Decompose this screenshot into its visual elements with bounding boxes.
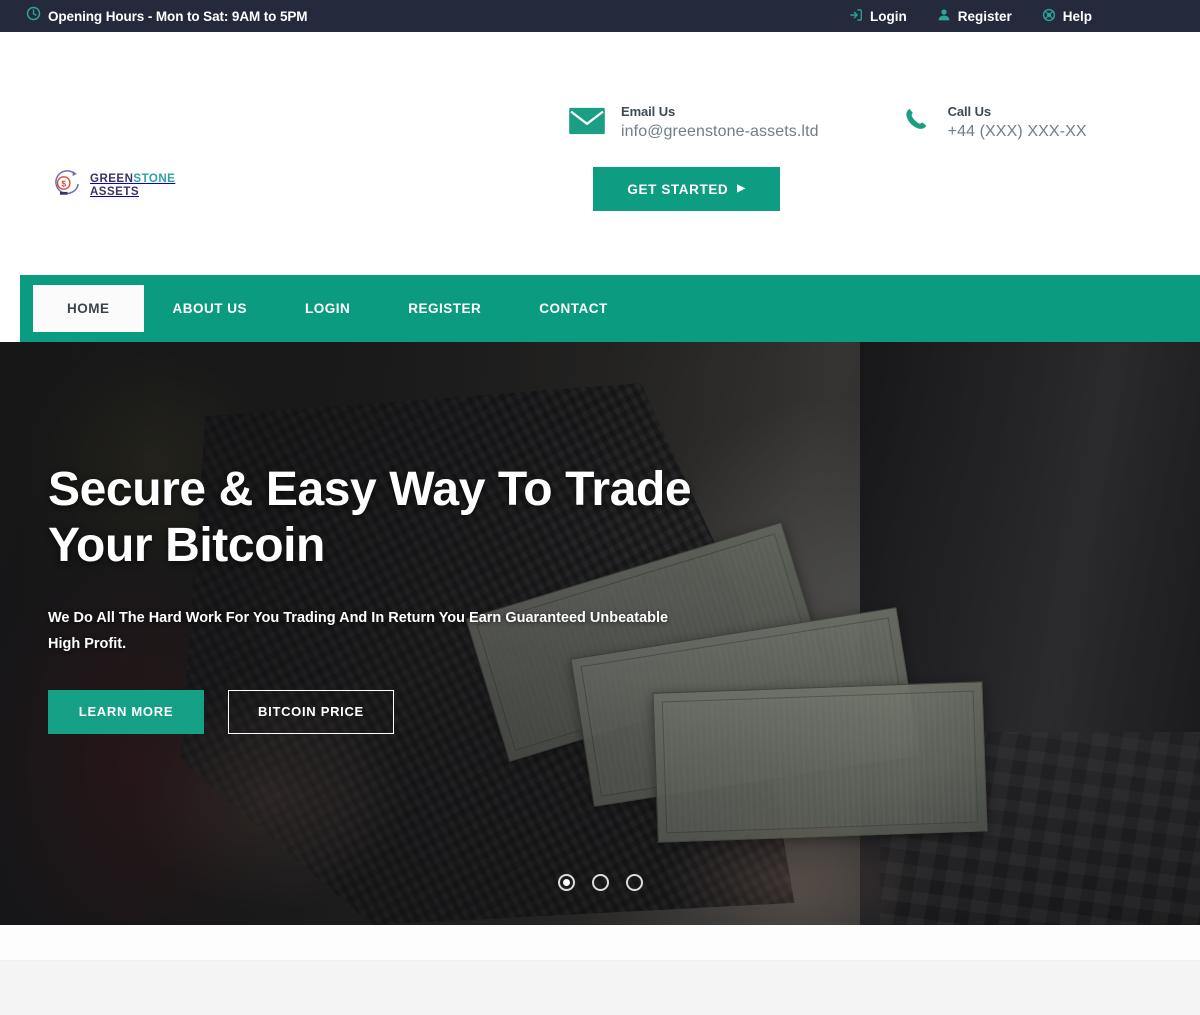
nav-item-contact[interactable]: CONTACT [510, 285, 637, 332]
carousel-dot-2[interactable] [591, 874, 609, 891]
clock-icon [26, 6, 41, 26]
top-link-login-label: Login [869, 8, 907, 24]
nav-item-register[interactable]: REGISTER [379, 285, 510, 332]
bitcoin-price-button[interactable]: BITCOIN PRICE [228, 689, 394, 734]
main-navigation: HOME ABOUT US LOGIN REGISTER CONTACT [20, 275, 1200, 342]
user-icon [937, 8, 951, 25]
contact-email-label: Email Us [621, 104, 676, 119]
contact-email: Email Us info@greenstone-assets.ltd [568, 104, 819, 141]
hero-carousel: Secure & Easy Way To Trade Your Bitcoin … [0, 342, 1200, 925]
nav-item-login[interactable]: LOGIN [276, 285, 379, 332]
contact-phone: Call Us +44 (XXX) XXX-XX [903, 104, 1087, 141]
lifebuoy-icon [1042, 8, 1056, 25]
top-link-login[interactable]: Login [849, 8, 907, 25]
logo-green-text: GREEN [90, 172, 134, 185]
top-link-register[interactable]: Register [937, 8, 1012, 25]
logo-wordmark: GREENSTONE ASSETS [90, 173, 175, 199]
logo-assets-text: ASSETS [90, 185, 140, 198]
contact-phone-value: +44 (XXX) XXX-XX [947, 123, 1087, 140]
nav-item-home[interactable]: HOME [33, 285, 144, 332]
logo-stone-text: STONE [133, 172, 176, 185]
top-links: Login Register Help [849, 8, 1092, 25]
contact-phone-label: Call Us [947, 104, 991, 119]
hero-subtitle: We Do All The Hard Work For You Trading … [48, 610, 669, 653]
learn-more-button[interactable]: LEARN MORE [48, 689, 204, 734]
hero-content: Secure & Easy Way To Trade Your Bitcoin … [48, 462, 748, 734]
top-link-register-label: Register [957, 8, 1012, 24]
contact-email-value: info@greenstone-assets.ltd [621, 123, 819, 140]
site-header: $ GREENSTONE ASSETS Email Us info@greens… [0, 32, 1200, 274]
dollar-circle-icon: $ [50, 168, 84, 203]
chevron-right-icon: ▶ [737, 183, 746, 194]
envelope-icon [568, 106, 606, 141]
header-contacts: Email Us info@greenstone-assets.ltd Call… [568, 104, 1087, 141]
get-started-button[interactable]: GET STARTED ▶ [593, 167, 780, 211]
login-arrow-icon [849, 8, 863, 25]
below-hero-strip [0, 960, 1200, 1015]
phone-icon [903, 106, 933, 141]
svg-text:$: $ [61, 178, 66, 188]
opening-hours: Opening Hours - Mon to Sat: 9AM to 5PM [26, 6, 308, 26]
below-hero-section [0, 925, 1200, 1015]
site-logo[interactable]: $ GREENSTONE ASSETS [50, 168, 175, 203]
get-started-label: GET STARTED [627, 181, 729, 197]
top-utility-bar: Opening Hours - Mon to Sat: 9AM to 5PM L… [0, 0, 1200, 32]
nav-item-about-us[interactable]: ABOUT US [144, 285, 277, 332]
carousel-dot-1[interactable] [557, 874, 575, 891]
hero-cta-group: LEARN MORE BITCOIN PRICE [48, 689, 748, 734]
hero-title: Secure & Easy Way To Trade Your Bitcoin [48, 463, 692, 572]
carousel-indicators [0, 874, 1200, 891]
carousel-dot-3[interactable] [625, 874, 643, 891]
opening-hours-text: Opening Hours - Mon to Sat: 9AM to 5PM [48, 8, 308, 24]
top-link-help[interactable]: Help [1042, 8, 1092, 25]
top-link-help-label: Help [1062, 8, 1092, 24]
